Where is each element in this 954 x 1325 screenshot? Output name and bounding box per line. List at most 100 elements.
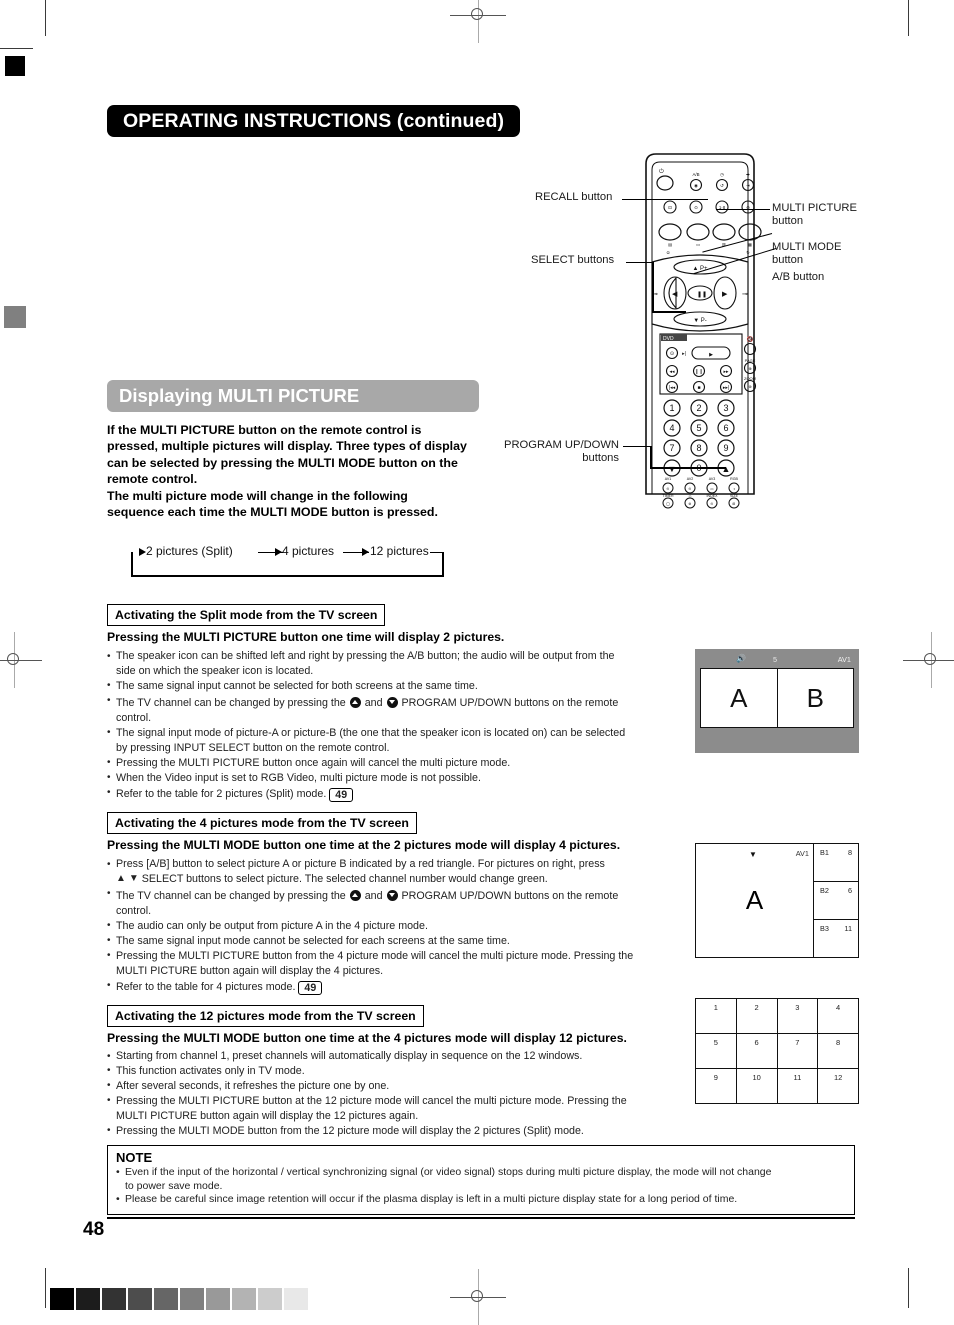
svg-text:◑: ◑ xyxy=(733,487,735,491)
svg-text:▭: ▭ xyxy=(696,242,700,247)
page-reference-link[interactable]: 49 xyxy=(329,787,354,802)
section-header-multi-picture: Displaying MULTI PICTURE xyxy=(107,380,479,412)
sequence-arrow-1 xyxy=(139,548,146,556)
split-panes: A B xyxy=(700,668,854,728)
svg-text:◉: ◉ xyxy=(694,183,698,188)
crop-mark-bottom-right-vertical xyxy=(908,1268,909,1308)
svg-text:⊡: ⊡ xyxy=(668,205,672,210)
leader-line-multi-picture xyxy=(716,209,770,210)
speaker-icon: 🔊 xyxy=(736,654,746,663)
list-item: Press [A/B] button to select picture A o… xyxy=(107,858,687,872)
svg-text:↺: ↺ xyxy=(720,183,724,188)
gray-swatch xyxy=(102,1288,126,1310)
svg-text:|◂◂: |◂◂ xyxy=(669,385,676,391)
four-bullet-list: Press [A/B] button to select picture A o… xyxy=(107,858,687,996)
cell-number: 10 xyxy=(752,1073,761,1082)
grid-cell: 1 xyxy=(696,999,737,1033)
list-item: The speaker icon can be shifted left and… xyxy=(107,650,687,664)
cell-number: 1 xyxy=(713,1003,718,1012)
bullet-text: Refer to the table for 2 pictures (Split… xyxy=(116,787,327,800)
callout-multi-picture-button: MULTI PICTURE button xyxy=(772,202,857,228)
bullet-text: by pressing INPUT SELECT button on the r… xyxy=(116,741,390,754)
svg-text:⇥: ⇥ xyxy=(746,183,750,188)
pane-b3-channel: 11 xyxy=(844,924,852,933)
svg-text:AV2: AV2 xyxy=(687,477,694,481)
split-lead-text: Pressing the MULTI PICTURE button one ti… xyxy=(107,630,505,644)
bullet-text: Refer to the table for 4 pictures mode. xyxy=(116,980,296,993)
list-item: Even if the input of the horizontal / ve… xyxy=(116,1166,846,1193)
leader-line-select-bottom xyxy=(652,311,686,313)
subsection-heading-split: Activating the Split mode from the TV sc… xyxy=(107,604,386,626)
list-item: The TV channel can be changed by pressin… xyxy=(107,694,687,711)
list-item: The same signal input mode cannot be sel… xyxy=(107,934,687,949)
grid-cell: 4 xyxy=(818,999,858,1033)
bullet-text: control. xyxy=(116,711,152,724)
gray-block-left-margin xyxy=(4,306,26,328)
svg-text:A/B: A/B xyxy=(692,172,699,177)
page-header-banner: OPERATING INSTRUCTIONS (continued) xyxy=(107,105,521,137)
crop-mark-top-left-horizontal xyxy=(0,48,33,49)
bullet-text: After several seconds, it refreshes the … xyxy=(116,1079,390,1092)
page-reference-link[interactable]: 49 xyxy=(298,980,323,995)
cell-number: 8 xyxy=(836,1038,841,1047)
gray-swatch xyxy=(128,1288,152,1310)
grayscale-calibration-strip xyxy=(50,1288,310,1310)
grid-row: 1 2 3 4 xyxy=(696,999,858,1034)
grid-cell: 2 xyxy=(737,999,778,1033)
callout-multimode-line2: button xyxy=(772,254,804,266)
gray-swatch xyxy=(206,1288,230,1310)
svg-text:⊙: ⊙ xyxy=(666,487,669,491)
svg-text:❙❙: ❙❙ xyxy=(695,369,703,375)
svg-text:DVD: DVD xyxy=(663,336,674,342)
registration-target-bottom xyxy=(450,1269,506,1325)
bullet-text: When the Video input is set to RGB Video… xyxy=(116,771,481,784)
list-item: Please be careful since image retention … xyxy=(116,1193,846,1207)
bullet-text: Pressing the MULTI PICTURE button from t… xyxy=(116,949,634,962)
leader-line-select xyxy=(626,262,654,263)
page-number: 48 xyxy=(83,1219,105,1240)
select-up-triangle-icon: ▲ xyxy=(116,873,126,885)
callout-program-up-down: PROGRAM UP/DOWN buttons xyxy=(501,439,619,465)
svg-text:TIMER: TIMER xyxy=(662,494,674,498)
pane-b3: B3 11 xyxy=(814,920,858,957)
list-item-cont: MULTI PICTURE button again will display … xyxy=(107,965,687,979)
twelve-lead-text: Pressing the MULTI MODE button one time … xyxy=(107,1031,627,1045)
svg-text:▸|: ▸| xyxy=(682,351,686,357)
note-box: NOTE Even if the input of the horizontal… xyxy=(107,1145,855,1215)
svg-text:▶: ▶ xyxy=(722,291,728,298)
section-intro-text: If the MULTI PICTURE button on the remot… xyxy=(107,423,467,520)
list-item-cont: by pressing INPUT SELECT button on the r… xyxy=(107,742,687,756)
sub-pane-column: B1 8 B2 6 B3 11 xyxy=(814,844,858,957)
svg-text:▸▸: ▸▸ xyxy=(723,369,729,375)
sequence-step-3: 12 pictures xyxy=(370,544,429,558)
svg-text:▲: ▲ xyxy=(722,464,731,474)
list-item: Pressing the MULTI PICTURE button once a… xyxy=(107,756,687,771)
cell-number: 9 xyxy=(713,1073,718,1082)
list-item: Refer to the table for 4 pictures mode.4… xyxy=(107,979,687,995)
list-item-cont: side on which the speaker icon is locate… xyxy=(107,665,687,679)
grid-cell: 8 xyxy=(818,1034,858,1068)
svg-text:◯: ◯ xyxy=(666,502,670,506)
cell-number: 4 xyxy=(836,1003,841,1012)
list-item-cont: control. xyxy=(107,712,687,726)
sequence-step-2: 4 pictures xyxy=(282,544,335,558)
note-heading: NOTE xyxy=(116,1150,153,1165)
svg-text:⊙: ⊙ xyxy=(710,502,713,506)
svg-text:◷: ◷ xyxy=(720,172,724,177)
bullet-text: Press [A/B] button to select picture A o… xyxy=(116,858,605,870)
svg-text:🔇: 🔇 xyxy=(747,336,754,343)
svg-text:PAGE: PAGE xyxy=(745,358,756,363)
cell-number: 2 xyxy=(754,1003,759,1012)
list-item: The same signal input cannot be selected… xyxy=(107,679,687,694)
grid-cell: 6 xyxy=(737,1034,778,1068)
callout-program-line1: PROGRAM UP/DOWN xyxy=(504,439,619,451)
list-item: The audio can only be output from pictur… xyxy=(107,919,687,934)
bullet-text: The audio can only be output from pictur… xyxy=(116,919,428,932)
callout-program-line2: buttons xyxy=(582,452,619,464)
screen-diagram-split: 🔊 5 AV1 A B xyxy=(695,649,859,753)
svg-text:8: 8 xyxy=(696,443,701,453)
page-title: OPERATING INSTRUCTIONS (continued) xyxy=(123,109,505,132)
crop-mark-bottom-left-vertical xyxy=(45,1268,46,1308)
gray-swatch xyxy=(232,1288,256,1310)
registration-target-right xyxy=(903,632,954,688)
